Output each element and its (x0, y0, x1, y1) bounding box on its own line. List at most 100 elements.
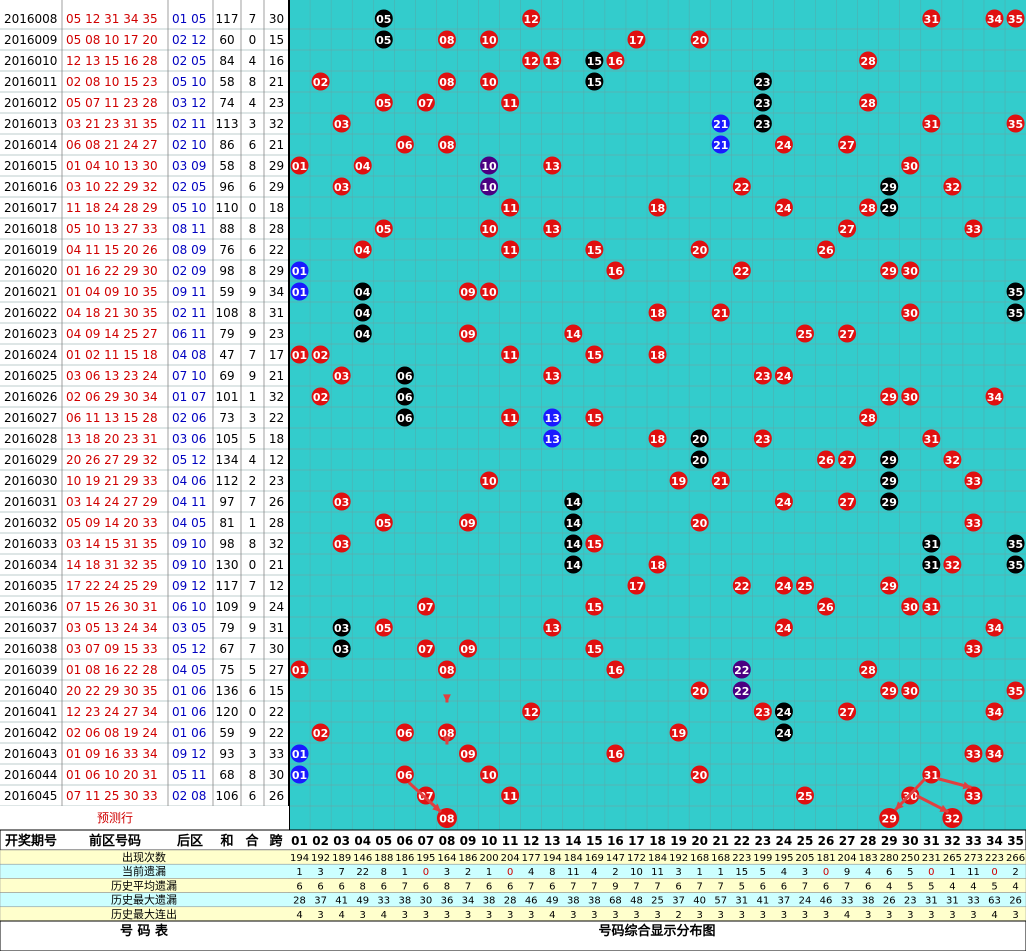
number-ball-label: 20 (692, 517, 708, 530)
number-ball-label: 29 (882, 181, 897, 194)
stats-value: 7 (633, 881, 639, 892)
stats-value: 3 (654, 910, 660, 921)
period-cell: 2016036 (4, 600, 57, 614)
mod-cell: 6 (249, 684, 257, 698)
header-number: 22 (733, 834, 750, 848)
stats-value: 28 (504, 896, 517, 907)
number-ball-label: 31 (924, 433, 939, 446)
mod-cell: 4 (249, 96, 257, 110)
back-numbers: 08 11 (172, 222, 206, 236)
mod-cell: 5 (249, 432, 257, 446)
stats-value: 6 (507, 881, 513, 892)
number-ball-label: 31 (924, 769, 939, 782)
header-number: 14 (565, 834, 582, 848)
stats-value: 0 (928, 867, 934, 878)
mod-cell: 9 (249, 621, 257, 635)
stats-value: 31 (946, 896, 959, 907)
stats-value: 188 (374, 853, 393, 864)
mod-cell: 9 (249, 285, 257, 299)
predict-row-bg (0, 806, 289, 830)
number-ball-label: 29 (882, 265, 897, 278)
period-cell: 2016025 (4, 369, 57, 383)
period-cell: 2016022 (4, 306, 57, 320)
stats-value: 194 (290, 853, 309, 864)
sum-cell: 74 (219, 96, 234, 110)
mod-cell: 8 (249, 537, 257, 551)
header-span: 跨 (269, 834, 283, 849)
stats-value: 4 (549, 910, 555, 921)
stats-value: 31 (735, 896, 748, 907)
mod-cell: 9 (249, 327, 257, 341)
mod-cell: 0 (249, 201, 257, 215)
back-numbers: 01 05 (172, 12, 206, 26)
number-ball-label: 03 (334, 118, 349, 131)
number-ball-label: 15 (587, 55, 602, 68)
number-ball-label: 11 (502, 97, 517, 110)
stats-value: 41 (756, 896, 769, 907)
span-cell: 29 (269, 264, 284, 278)
sum-cell: 59 (219, 726, 234, 740)
stats-value: 7 (338, 867, 344, 878)
predict-ball-label: 32 (945, 813, 960, 826)
period-cell: 2016013 (4, 117, 57, 131)
header-number: 05 (375, 834, 392, 848)
number-ball-label: 35 (1008, 538, 1023, 551)
header-number: 10 (481, 834, 498, 848)
back-numbers: 05 10 (172, 201, 206, 215)
back-numbers: 01 06 (172, 705, 206, 719)
predict-label: 预测行 (97, 811, 133, 825)
period-cell: 2016015 (4, 159, 57, 173)
number-ball-label: 06 (397, 727, 413, 740)
stats-value: 250 (901, 853, 920, 864)
number-ball-label: 22 (734, 685, 749, 698)
number-ball-label: 31 (924, 559, 939, 572)
stats-value: 48 (630, 896, 643, 907)
number-ball-label: 27 (839, 223, 854, 236)
number-ball-label: 28 (860, 664, 875, 677)
mod-cell: 3 (249, 411, 257, 425)
stats-label: 出现次数 (122, 850, 166, 864)
number-ball-label: 18 (650, 349, 665, 362)
stats-value: 6 (675, 881, 681, 892)
back-numbers: 09 11 (172, 285, 206, 299)
number-ball-label: 03 (334, 643, 349, 656)
span-cell: 34 (269, 285, 284, 299)
number-ball-label: 35 (1008, 559, 1023, 572)
sum-cell: 60 (219, 33, 234, 47)
stats-value: 38 (398, 896, 411, 907)
number-ball-label: 10 (481, 76, 497, 89)
stats-value: 205 (795, 853, 814, 864)
number-ball-label: 03 (334, 538, 349, 551)
stats-value: 8 (381, 867, 387, 878)
stats-value: 4 (781, 867, 787, 878)
number-ball-label: 13 (545, 55, 560, 68)
span-cell: 16 (269, 54, 284, 68)
sum-cell: 88 (219, 222, 234, 236)
number-ball-label: 19 (671, 475, 686, 488)
sum-cell: 68 (219, 768, 234, 782)
back-numbers: 09 12 (172, 579, 206, 593)
number-ball-label: 26 (818, 244, 834, 257)
span-cell: 26 (269, 789, 284, 803)
number-ball-label: 22 (734, 265, 749, 278)
span-cell: 26 (269, 495, 284, 509)
span-cell: 28 (269, 516, 284, 530)
stats-value: 30 (420, 896, 433, 907)
stats-value: 7 (802, 881, 808, 892)
stats-value: 5 (928, 881, 934, 892)
number-ball-label: 29 (882, 685, 897, 698)
number-ball-label: 05 (376, 34, 391, 47)
header-number: 34 (986, 834, 1003, 848)
stats-value: 41 (335, 896, 348, 907)
stats-value: 1 (402, 867, 408, 878)
number-ball-label: 20 (692, 244, 708, 257)
stats-value: 3 (444, 867, 450, 878)
stats-value: 181 (816, 853, 835, 864)
header-number: 09 (460, 834, 477, 848)
front-numbers: 05 08 10 17 20 (66, 33, 158, 47)
stats-value: 11 (651, 867, 664, 878)
number-ball-label: 15 (587, 538, 602, 551)
number-ball-label: 20 (692, 685, 708, 698)
period-cell: 2016043 (4, 747, 57, 761)
number-ball-label: 24 (776, 706, 792, 719)
